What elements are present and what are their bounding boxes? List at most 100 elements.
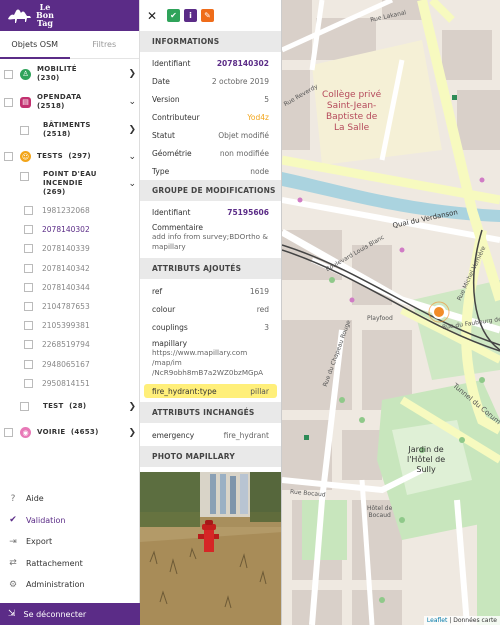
smiley-icon: ☺ (20, 151, 31, 162)
checkbox[interactable] (24, 244, 33, 254)
menu-label: Validation (26, 515, 66, 525)
section-attributs-inchanges: ATTRIBUTS INCHANGÉS (140, 402, 281, 423)
chevron-right-icon[interactable]: ❯ (128, 402, 136, 412)
value-link[interactable]: 2078140302 (217, 59, 269, 68)
checkbox[interactable] (24, 225, 33, 235)
edit-button[interactable]: ✎ (201, 9, 214, 22)
row-statut: Statut Objet modifié (140, 126, 281, 144)
tree-item-batiments[interactable]: BÂTIMENTS (2518) ❯ (0, 121, 140, 139)
validate-button[interactable]: ✔ (167, 9, 180, 22)
object-id-label: 2078140342 (42, 263, 90, 273)
map-label-line: Collège privé (322, 90, 382, 100)
key: Contributeur (152, 112, 200, 122)
checkbox[interactable] (24, 302, 33, 311)
chevron-right-icon[interactable]: ❯ (128, 125, 136, 135)
checkbox[interactable] (20, 125, 29, 135)
tree-item-voirie[interactable]: ◉ VOIRIE (4653) ❯ (0, 427, 140, 438)
logo-bar: Le Bon Tag (0, 0, 139, 31)
section-informations: INFORMATIONS (140, 31, 281, 52)
object-id-item[interactable]: 2105399381 (0, 321, 140, 331)
checkbox[interactable] (4, 69, 13, 79)
section-groupe: GROUPE DE MODIFICATIONS (140, 180, 281, 201)
tab-filtres[interactable]: Filtres (70, 31, 140, 59)
key: Date (152, 76, 170, 86)
row-type: Type node (140, 162, 281, 180)
chevron-right-icon[interactable]: ❯ (128, 69, 136, 79)
menu-aide[interactable]: ? Aide (0, 488, 140, 510)
value-line: https://www.mapillary.com (152, 348, 248, 357)
tree-item-tests[interactable]: ☺ TESTS (297) ⌄ (0, 151, 140, 162)
tree-item-point-eau-incendie[interactable]: POINT D'EAU INCENDIE (269) ⌄ (0, 170, 140, 197)
section-photo-mapillary: PHOTO MAPILLARY (140, 446, 281, 467)
object-id-item[interactable]: 2078140339 (0, 244, 140, 254)
object-id-item[interactable]: 2104787653 (0, 302, 140, 311)
value: 5 (264, 94, 269, 104)
object-id-item[interactable]: 2078140342 (0, 263, 140, 273)
menu-rattachement[interactable]: ⇄ Rattachement (0, 553, 140, 575)
value: 1619 (249, 286, 269, 296)
object-id-item[interactable]: 2948065167 (0, 359, 140, 369)
value: 3 (264, 322, 269, 332)
row-version: Version 5 (140, 90, 281, 108)
object-id-item[interactable]: 2268519794 (0, 340, 140, 350)
checkbox[interactable] (24, 263, 33, 273)
checkbox[interactable] (24, 359, 33, 369)
chevron-down-icon[interactable]: ⌄ (128, 152, 136, 162)
checkbox[interactable] (24, 378, 33, 388)
logo-text: Le Bon Tag (34, 3, 56, 27)
object-id-label: 2078140344 (42, 282, 90, 292)
object-id-item[interactable]: 2078140302 (0, 225, 140, 235)
pencil-icon: ✎ (204, 11, 211, 20)
map-label-line: Baptiste de (325, 112, 378, 122)
object-id-label: 2268519794 (42, 340, 90, 350)
tree-item-label: VOIRIE (4653) (37, 428, 99, 436)
value-link[interactable]: 75195606 (227, 208, 269, 217)
menu-export[interactable]: ⇥ Export (0, 531, 140, 553)
checkbox[interactable] (4, 428, 13, 437)
checkbox[interactable] (24, 282, 33, 292)
checkbox[interactable] (24, 206, 33, 215)
checkbox[interactable] (4, 97, 13, 107)
attributs-inchanges-list: emergency fire_hydrant (140, 423, 281, 444)
export-icon: ⇥ (9, 536, 17, 547)
row-colour: colour red (140, 300, 281, 318)
chevron-down-icon[interactable]: ⌄ (128, 179, 136, 189)
logout-button[interactable]: ⇲ Se déconnecter (0, 603, 140, 625)
checkbox[interactable] (20, 402, 29, 411)
tree-item-mobilite[interactable]: ♙ MOBILITÉ (230) ❯ (0, 65, 140, 83)
details-panel: ✕ ✔ i ✎ INFORMATIONS Identifiant 20781403… (140, 0, 282, 625)
row-date: Date 2 octobre 2019 (140, 72, 281, 90)
menu-label: Rattachement (26, 558, 83, 568)
checkbox[interactable] (4, 152, 13, 161)
chevron-down-icon[interactable]: ⌄ (128, 97, 136, 107)
mapillary-photo[interactable] (140, 472, 281, 625)
checkbox[interactable] (24, 340, 33, 350)
menu-validation[interactable]: ✔ Validation (0, 510, 140, 532)
value: add info from survey;BDOrtho & mapillary (152, 232, 268, 251)
tab-objets-osm[interactable]: Objets OSM (0, 31, 70, 59)
key: Statut (152, 130, 175, 140)
map-label-line: Sully (416, 465, 436, 474)
leaflet-link[interactable]: Leaflet (427, 617, 447, 624)
tree-item-test[interactable]: TEST (28) ❯ (0, 402, 140, 412)
object-id-label: 2078140339 (42, 244, 90, 254)
object-id-item[interactable]: 1981232068 (0, 206, 140, 215)
map-view[interactable]: Rue Lakanal Rue Reverdy Collège privé Sa… (282, 0, 500, 625)
link-icon: ⇄ (9, 558, 17, 569)
row-emergency: emergency fire_hydrant (140, 426, 281, 444)
menu-administration[interactable]: ⚙ Administration (0, 574, 140, 596)
chevron-right-icon[interactable]: ❯ (128, 428, 136, 438)
value-link[interactable]: Yod4z (247, 113, 269, 122)
row-ref: ref 1619 (140, 282, 281, 300)
close-icon[interactable]: ✕ (147, 9, 163, 23)
object-id-item[interactable]: 2078140344 (0, 282, 140, 292)
object-id-item[interactable]: 2950814151 (0, 378, 140, 388)
tree-item-opendata[interactable]: ▤ OPENDATA (2518) ⌄ (0, 93, 140, 111)
info-button[interactable]: i (184, 9, 197, 22)
checkbox[interactable] (20, 172, 29, 181)
tree-item-label: TEST (28) (43, 402, 87, 410)
checkbox[interactable] (24, 321, 33, 331)
logout-label: Se déconnecter (23, 609, 87, 619)
key: fire_hydrant:type (152, 386, 217, 396)
key: couplings (152, 322, 188, 332)
